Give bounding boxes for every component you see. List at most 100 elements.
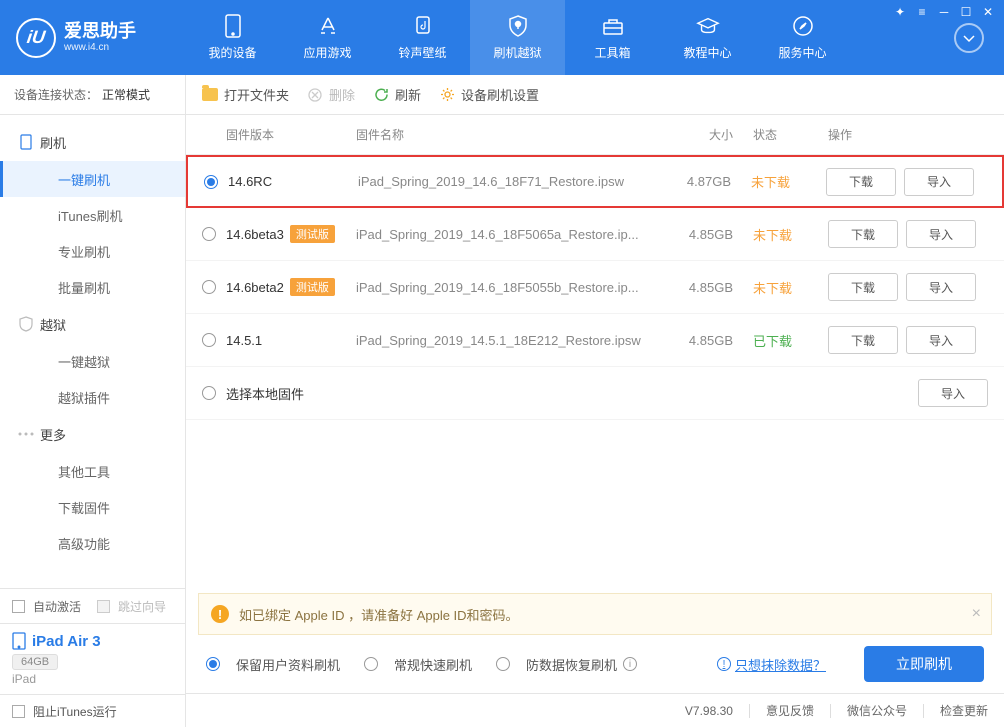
radio-icon [496, 657, 510, 671]
chevron-down-icon [961, 30, 977, 46]
menu-group-jailbreak[interactable]: 越狱 [0, 305, 185, 343]
col-size: 大小 [673, 126, 753, 143]
logo-icon: iU [16, 18, 56, 58]
col-status: 状态 [753, 126, 828, 143]
nav-tutorial[interactable]: 教程中心 [660, 0, 755, 75]
question-icon: ! [717, 657, 731, 671]
shield-small-icon [18, 316, 34, 332]
warning-bar: ! 如已绑定 Apple ID ，请准备好 Apple ID和密码。 × [198, 593, 992, 635]
erase-data-link[interactable]: ! 只想抹除数据？ [717, 655, 826, 674]
row-radio[interactable] [202, 227, 216, 241]
firmware-row[interactable]: 14.5.1iPad_Spring_2019_14.5.1_18E212_Res… [186, 314, 1004, 367]
nav-apps[interactable]: 应用游戏 [280, 0, 375, 75]
col-name: 固件名称 [356, 126, 673, 143]
fw-filename: iPad_Spring_2019_14.5.1_18E212_Restore.i… [356, 333, 673, 348]
menu-icon[interactable]: ✦ [890, 4, 910, 20]
wechat-link[interactable]: 微信公众号 [847, 702, 907, 719]
menu-group-more[interactable]: 更多 [0, 415, 185, 453]
skip-wizard-checkbox[interactable] [97, 600, 110, 613]
local-firmware-row[interactable]: 选择本地固件导入 [186, 367, 1004, 420]
import-button[interactable]: 导入 [918, 379, 988, 407]
refresh-button[interactable]: 刷新 [373, 85, 421, 104]
beta-badge: 测试版 [290, 278, 335, 296]
firmware-row[interactable]: 14.6beta2测试版iPad_Spring_2019_14.6_18F505… [186, 261, 1004, 314]
row-radio[interactable] [202, 386, 216, 400]
maximize-button[interactable]: ☐ [956, 4, 976, 20]
menu-onekey-jailbreak[interactable]: 一键越狱 [0, 343, 185, 379]
fw-size: 4.85GB [673, 280, 753, 295]
feedback-link[interactable]: 意见反馈 [766, 702, 814, 719]
fw-size: 4.87GB [671, 174, 751, 189]
import-button[interactable]: 导入 [906, 326, 976, 354]
import-button[interactable]: 导入 [906, 220, 976, 248]
download-button[interactable]: 下载 [828, 220, 898, 248]
statusbar: V7.98.30 意见反馈 微信公众号 检查更新 [186, 693, 1004, 727]
fw-actions: 下载导入 [826, 168, 986, 196]
top-nav: 我的设备 应用游戏 铃声壁纸 刷机越狱 工具箱 教程中心 服务中心 [185, 0, 850, 75]
fw-size: 4.85GB [673, 227, 753, 242]
check-update-link[interactable]: 检查更新 [940, 702, 988, 719]
firmware-row[interactable]: 14.6RCiPad_Spring_2019_14.6_18F71_Restor… [186, 155, 1004, 208]
col-action: 操作 [828, 126, 988, 143]
music-icon [411, 14, 435, 38]
menu-group-flash[interactable]: 刷机 [0, 123, 185, 161]
open-folder-button[interactable]: 打开文件夹 [202, 85, 289, 104]
import-button[interactable]: 导入 [906, 273, 976, 301]
opt-keep-data[interactable]: 保留用户资料刷机 [206, 655, 340, 674]
row-radio[interactable] [204, 175, 218, 189]
refresh-icon [373, 87, 389, 103]
opt-normal[interactable]: 常规快速刷机 [364, 655, 472, 674]
beta-badge: 测试版 [290, 225, 335, 243]
close-warning-button[interactable]: × [972, 605, 981, 623]
tablet-icon [12, 632, 26, 650]
fw-actions: 下载导入 [828, 220, 988, 248]
menu-other-tools[interactable]: 其他工具 [0, 453, 185, 489]
delete-button[interactable]: 删除 [307, 85, 355, 104]
info-icon[interactable]: i [623, 657, 637, 671]
window-controls: ✦ ≡ ─ ☐ ✕ [890, 4, 998, 20]
block-itunes-checkbox[interactable] [12, 705, 25, 718]
compass-icon [791, 14, 815, 38]
appstore-icon [316, 14, 340, 38]
nav-service[interactable]: 服务中心 [755, 0, 850, 75]
fw-size: 4.85GB [673, 333, 753, 348]
fw-actions: 下载导入 [828, 273, 988, 301]
firmware-list: 14.6RCiPad_Spring_2019_14.6_18F71_Restor… [186, 155, 1004, 585]
download-button[interactable]: 下载 [826, 168, 896, 196]
import-button[interactable]: 导入 [904, 168, 974, 196]
download-button[interactable]: 下载 [828, 326, 898, 354]
settings-button[interactable]: 设备刷机设置 [439, 85, 539, 104]
nav-device[interactable]: 我的设备 [185, 0, 280, 75]
sync-button[interactable] [954, 23, 984, 53]
nav-flash[interactable]: 刷机越狱 [470, 0, 565, 75]
minimize-button[interactable]: ─ [934, 4, 954, 20]
opt-anti-recovery[interactable]: 防数据恢复刷机 i [496, 655, 637, 674]
fw-actions: 下载导入 [828, 326, 988, 354]
fw-version: 14.5.1 [226, 333, 356, 348]
menu-advanced[interactable]: 高级功能 [0, 525, 185, 561]
menu-batch-flash[interactable]: 批量刷机 [0, 269, 185, 305]
nav-tools[interactable]: 工具箱 [565, 0, 660, 75]
menu-itunes-flash[interactable]: iTunes刷机 [0, 197, 185, 233]
close-button[interactable]: ✕ [978, 4, 998, 20]
connection-status: 设备连接状态：正常模式 [0, 75, 185, 115]
menu-download-fw[interactable]: 下载固件 [0, 489, 185, 525]
download-button[interactable]: 下载 [828, 273, 898, 301]
row-radio[interactable] [202, 333, 216, 347]
device-info[interactable]: iPad Air 3 64GB iPad [0, 623, 185, 694]
nav-ringtone[interactable]: 铃声壁纸 [375, 0, 470, 75]
auto-activate-checkbox[interactable] [12, 600, 25, 613]
menu-pro-flash[interactable]: 专业刷机 [0, 233, 185, 269]
col-version: 固件版本 [226, 126, 356, 143]
menu-jailbreak-plugin[interactable]: 越狱插件 [0, 379, 185, 415]
delete-icon [307, 87, 323, 103]
flash-now-button[interactable]: 立即刷机 [864, 646, 984, 682]
firmware-row[interactable]: 14.6beta3测试版iPad_Spring_2019_14.6_18F506… [186, 208, 1004, 261]
fw-status: 未下载 [753, 225, 828, 244]
menu-onekey-flash[interactable]: 一键刷机 [0, 161, 185, 197]
app-header: iU 爱思助手 www.i4.cn 我的设备 应用游戏 铃声壁纸 刷机越狱 工具… [0, 0, 1004, 75]
list-icon[interactable]: ≡ [912, 4, 932, 20]
row-radio[interactable] [202, 280, 216, 294]
more-icon [18, 426, 34, 442]
fw-status: 已下载 [753, 331, 828, 350]
